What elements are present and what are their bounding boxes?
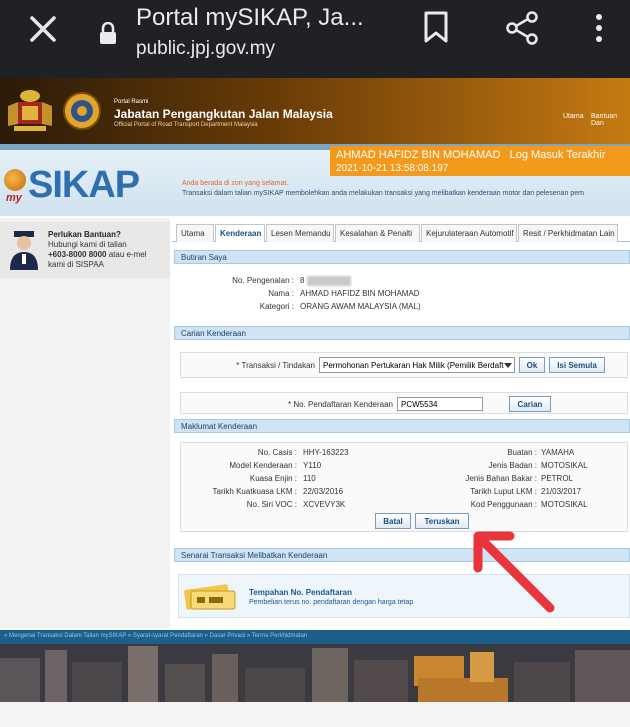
logo-my-text: my: [6, 192, 22, 204]
site-header: Portal Rasmi Jabatan Pengangkutan Jalan …: [0, 78, 630, 144]
help-sidebar: Perlukan Bantuan? Hubungi kami di talian…: [0, 218, 170, 628]
user-name: AHMAD HAFIDZ BIN MOHAMAD Log Masuk Terak…: [336, 149, 605, 161]
coat-of-arms-icon: [8, 90, 52, 131]
category-label: Kategori :: [259, 302, 294, 311]
tab-lesen-memandu[interactable]: Lesen Memandu: [266, 224, 334, 242]
bottom-bar: [0, 702, 630, 727]
browser-toolbar: Portal mySIKAP, Ja... public.jpj.gov.my: [0, 0, 630, 78]
jpj-logo-icon: [63, 92, 101, 130]
close-icon[interactable]: [28, 14, 58, 44]
model-value: Y110: [303, 461, 322, 470]
section-senarai-transaksi: Senarai Transaksi Melibatkan Kenderaan: [174, 548, 630, 562]
voc-label: No. Siri VOC :: [246, 500, 297, 509]
id-redacted: [306, 276, 351, 286]
help-box: Perlukan Bantuan? Hubungi kami di talian…: [0, 222, 170, 278]
plate-booking-promo[interactable]: Tempahan No. Pendaftaran Pembelian terus…: [178, 574, 630, 618]
kebab-menu-icon[interactable]: [589, 12, 609, 44]
page-title[interactable]: Portal mySIKAP, Ja...: [136, 4, 364, 32]
reset-button[interactable]: Isi Semula: [549, 357, 605, 373]
last-login-time: 2021-10-21 13:58:08.197: [336, 163, 449, 174]
red-arrow-annotation: [473, 531, 555, 613]
lock-icon: [100, 22, 116, 44]
promo-text: Pembelian terus no. pendaftaran dengan h…: [249, 599, 414, 606]
tab-kenderaan[interactable]: Kenderaan: [215, 224, 265, 242]
tab-kejurutera-automotif[interactable]: Kejurulateraan Automotif: [421, 224, 517, 242]
registration-input[interactable]: PCW5534: [397, 397, 483, 411]
chassis-label: No. Casis :: [257, 448, 297, 457]
section-carian-kenderaan: Carian Kenderaan: [174, 326, 630, 340]
transaction-panel: * Transaksi / Tindakan Permohonan Pertuk…: [180, 352, 628, 378]
agency-subtitle: Official Portal of Road Transport Depart…: [114, 122, 258, 128]
vehicle-info-panel: No. Casis : HHY-163223 Model Kenderaan :…: [180, 442, 628, 532]
help-line-1: Hubungi kami di talian: [48, 240, 127, 249]
url-text[interactable]: public.jpj.gov.my: [136, 38, 275, 60]
number-plate-icon: [184, 584, 236, 610]
section-maklumat-kenderaan: Maklumat Kenderaan: [174, 419, 630, 433]
search-button[interactable]: Carian: [509, 396, 551, 412]
body-type-label: Jenis Badan :: [488, 461, 537, 470]
usage-code-value: MOTOSIKAL: [541, 500, 588, 509]
id-label: No. Pengenalan :: [232, 276, 294, 285]
tab-kesalahan-penalti[interactable]: Kesalahan & Penalti: [335, 224, 420, 242]
help-title: Perlukan Bantuan?: [48, 230, 121, 239]
transaction-label: * Transaksi / Tindakan: [236, 361, 315, 370]
usage-code-label: Kod Penggunaan :: [470, 500, 537, 509]
fuel-label: Jenis Bahan Bakar :: [465, 474, 537, 483]
nav-help-link[interactable]: Bantuan Dan: [591, 113, 630, 127]
banner-description: Transaksi dalam talian mySIKAP membolehk…: [182, 190, 584, 197]
continue-button[interactable]: Teruskan: [415, 513, 469, 529]
logo-sikap-text: SIKAP: [28, 164, 140, 206]
make-value: YAMAHA: [541, 448, 575, 457]
promo-title[interactable]: Tempahan No. Pendaftaran: [249, 588, 352, 597]
city-skyline-image: [0, 644, 630, 702]
help-line-3[interactable]: kami di SISPAA: [48, 260, 104, 269]
nav-home-link[interactable]: Utama: [563, 113, 584, 120]
lkm-expiry-label: Tarikh Luput LKM :: [470, 487, 537, 496]
user-name-value: AHMAD HAFIDZ BIN MOHAMAD: [336, 149, 501, 161]
tab-utama[interactable]: Utama: [176, 224, 214, 242]
officer-avatar-icon: [10, 231, 38, 270]
logo-sun-icon: [4, 169, 26, 191]
fuel-value: PETROL: [541, 474, 574, 483]
name-value: AHMAD HAFIDZ BIN MOHAMAD: [300, 289, 420, 298]
registration-panel: * No. Pendaftaran Kenderaan PCW5534 Cari…: [180, 392, 628, 414]
model-label: Model Kenderaan :: [229, 461, 297, 470]
ok-button[interactable]: Ok: [519, 357, 545, 373]
body-type-value: MOTOSIKAL: [541, 461, 588, 470]
lkm-effective-label: Tarikh Kuatkuasa LKM :: [212, 487, 297, 496]
user-info-bar: AHMAD HAFIDZ BIN MOHAMAD Log Masuk Terak…: [330, 146, 630, 176]
portal-label: Portal Rasmi: [114, 99, 149, 105]
bookmark-icon[interactable]: [423, 11, 449, 43]
category-value: ORANG AWAM MALAYSIA (MAL): [300, 302, 421, 311]
chassis-value: HHY-163223: [303, 448, 349, 457]
make-label: Buatan :: [507, 448, 537, 457]
lkm-expiry-value: 21/03/2017: [541, 487, 582, 496]
footer-links[interactable]: » Mengenai Transaksi Dalam Talian mySIKA…: [0, 630, 630, 644]
secure-zone-text: Anda berada di zon yang selamat.: [182, 180, 289, 187]
help-phone[interactable]: +603-8000 8000: [48, 250, 107, 259]
name-label: Nama :: [268, 289, 294, 298]
engine-value: 110: [303, 474, 316, 483]
voc-value: XCVEVY3K: [303, 500, 346, 509]
lkm-effective-value: 22/03/2016: [303, 487, 344, 496]
share-icon[interactable]: [505, 11, 539, 45]
help-line-2: +603-8000 8000 atau e-mel: [48, 250, 147, 259]
id-value-text: 8: [300, 276, 305, 286]
tab-resit-perkhidmatan[interactable]: Resit / Perkhidmatan Lain: [518, 224, 618, 242]
tab-bar: Utama Kenderaan Lesen Memandu Kesalahan …: [172, 224, 630, 242]
help-line-2-tail: atau e-mel: [108, 250, 147, 259]
section-butiran-saya: Butiran Saya: [174, 250, 630, 264]
transaction-select-value: Permohonan Pertukaran Hak Milik (Pemilik…: [323, 361, 504, 370]
last-login-label: Log Masuk Terakhir: [509, 149, 606, 161]
agency-name: Jabatan Pengangkutan Jalan Malaysia: [114, 107, 333, 121]
cancel-button[interactable]: Batal: [375, 513, 411, 529]
skyline-icon: [0, 644, 630, 702]
main-content: Utama Kenderaan Lesen Memandu Kesalahan …: [172, 218, 630, 628]
chevron-down-icon: [504, 363, 512, 368]
engine-label: Kuasa Enjin :: [249, 474, 297, 483]
transaction-select[interactable]: Permohonan Pertukaran Hak Milik (Pemilik…: [319, 357, 515, 373]
id-value: 8: [300, 276, 351, 286]
registration-label: * No. Pendaftaran Kenderaan: [288, 400, 393, 409]
